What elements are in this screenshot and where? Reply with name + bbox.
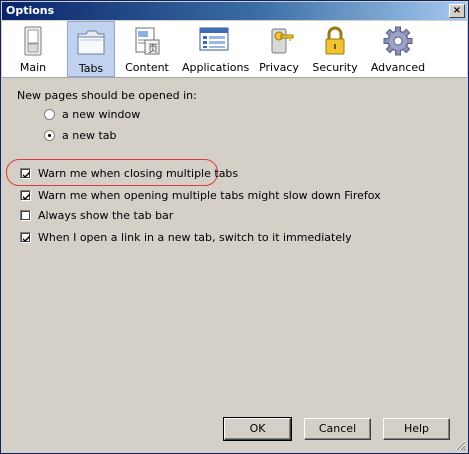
pane-label-main: Main	[19, 61, 47, 74]
pane-main[interactable]: Main	[10, 21, 56, 77]
pane-privacy[interactable]: Privacy	[255, 21, 303, 77]
pane-label-content: Content	[125, 61, 169, 74]
checkbox-warn-closing[interactable]	[20, 168, 31, 179]
label-warn-closing[interactable]: Warn me when closing multiple tabs	[38, 167, 238, 180]
gear-icon	[383, 26, 413, 56]
pane-label-applications: Applications	[182, 61, 250, 74]
switch-icon	[24, 26, 42, 56]
pane-content[interactable]: 页 Content	[122, 21, 172, 77]
svg-text:页: 页	[148, 43, 158, 55]
pane-toolbar: Main Tabs 页 Content Applications Privacy…	[2, 21, 467, 78]
padlock-icon	[325, 26, 345, 55]
resize-grip-icon[interactable]	[455, 440, 466, 451]
checkbox-warn-opening[interactable]	[20, 190, 31, 201]
pane-security[interactable]: Security	[309, 21, 361, 77]
radio-selected-dot	[48, 134, 51, 137]
radio-new-window[interactable]	[44, 109, 55, 120]
pane-applications[interactable]: Applications	[182, 21, 250, 77]
cancel-button[interactable]: Cancel	[304, 418, 371, 440]
checkbox-always-show-tab-bar[interactable]	[20, 210, 31, 221]
label-warn-opening[interactable]: Warn me when opening multiple tabs might…	[38, 189, 381, 202]
radio-label-new-tab[interactable]: a new tab	[62, 129, 117, 142]
ok-button[interactable]: OK	[223, 417, 292, 441]
title-bar[interactable]: Options ×	[2, 2, 467, 20]
pane-label-tabs: Tabs	[78, 62, 104, 75]
window-title: Options	[6, 4, 55, 17]
radio-new-tab[interactable]	[44, 130, 55, 141]
pane-label-privacy: Privacy	[259, 61, 299, 74]
pane-label-security: Security	[312, 61, 358, 74]
options-dialog: Options × Main Tabs 页 Content Applicatio…	[0, 0, 469, 454]
new-pages-label: New pages should be opened in:	[17, 89, 197, 102]
pane-advanced[interactable]: Advanced	[367, 21, 429, 77]
help-button[interactable]: Help	[383, 418, 450, 440]
checkmark-icon	[23, 193, 30, 200]
pane-tabs[interactable]: Tabs	[67, 21, 115, 77]
label-always-show-tab-bar[interactable]: Always show the tab bar	[38, 209, 173, 222]
checkmark-icon	[23, 171, 30, 178]
radio-label-new-window[interactable]: a new window	[62, 108, 140, 121]
checkbox-switch-immediately[interactable]	[20, 232, 31, 243]
close-button[interactable]: ×	[449, 4, 465, 18]
folder-tabs-icon	[77, 30, 105, 55]
privacy-key-icon	[271, 28, 294, 54]
checkmark-icon	[23, 235, 30, 242]
applications-window-icon	[199, 27, 229, 51]
label-switch-immediately[interactable]: When I open a link in a new tab, switch …	[38, 231, 352, 244]
pane-label-advanced: Advanced	[370, 61, 426, 74]
content-document-icon: 页	[135, 27, 160, 55]
